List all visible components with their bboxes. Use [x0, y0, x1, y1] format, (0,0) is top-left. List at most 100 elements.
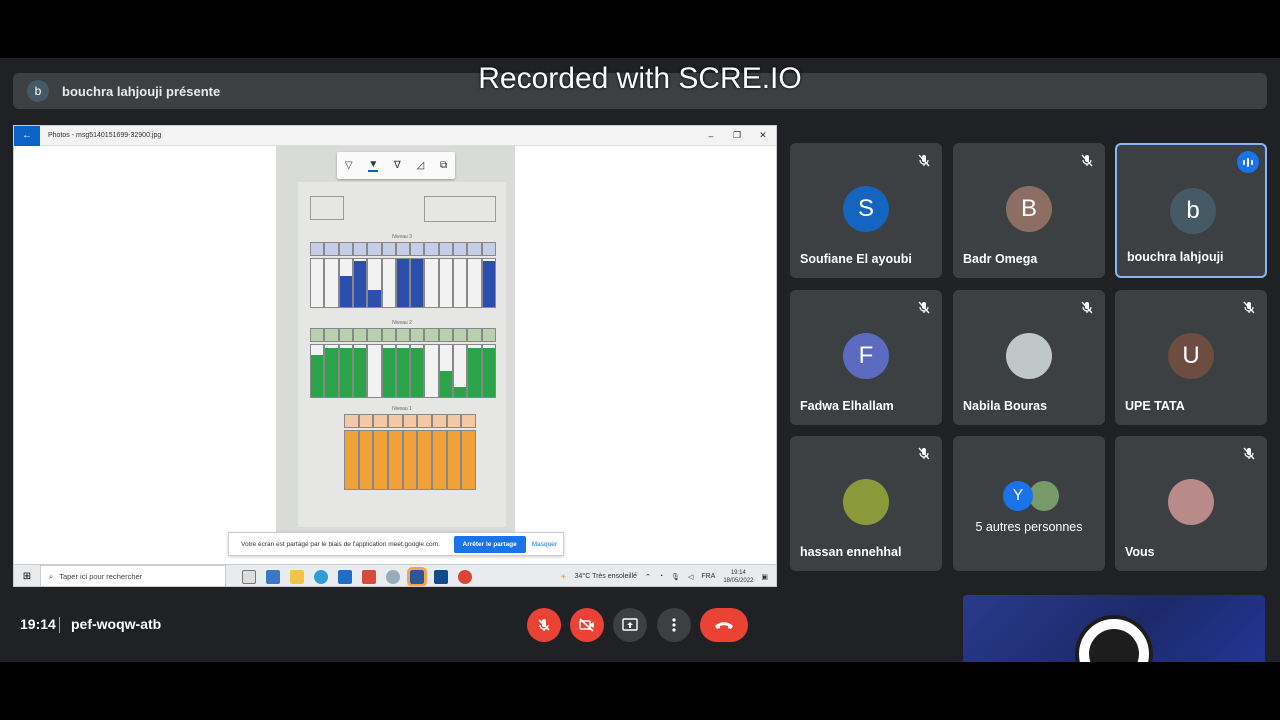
- chart-column-header: [358, 414, 374, 428]
- camera-off-icon: [579, 618, 594, 632]
- participant-tile[interactable]: hassan ennehhal: [790, 436, 942, 571]
- crop-icon[interactable]: ⧉: [440, 160, 447, 171]
- chart-bar: [395, 258, 411, 308]
- weather-text[interactable]: 34°C Très ensoleillé: [575, 573, 637, 580]
- avatar: b: [1170, 188, 1216, 234]
- paint-icon[interactable]: [386, 569, 400, 584]
- chart-column-header: [453, 242, 468, 256]
- camera-off-button[interactable]: [570, 608, 604, 642]
- participant-tile[interactable]: Y 5 autres personnes: [953, 436, 1105, 571]
- participant-tile[interactable]: S Soufiane El ayoubi: [790, 143, 942, 278]
- avatar: B: [1006, 186, 1052, 232]
- chart-bar: [410, 344, 425, 398]
- level-3-chart: [310, 242, 496, 308]
- avatar: [1006, 333, 1052, 379]
- pencil-icon[interactable]: ▼: [368, 159, 379, 172]
- participant-name: Fadwa Elhallam: [800, 399, 894, 413]
- tray-chevron-icon[interactable]: ⌃: [645, 573, 651, 581]
- chart-column-header: [438, 328, 454, 342]
- muted-mic-icon: [1079, 153, 1095, 169]
- chart-column-header: [381, 242, 396, 256]
- chart-column-header: [310, 242, 325, 256]
- task-view-icon[interactable]: [242, 569, 256, 584]
- group-avatars: Y: [1001, 473, 1061, 519]
- chart-bar: [481, 258, 496, 308]
- worksheet-paper: Niveau 3 Niveau 2 Niveau 1: [298, 182, 506, 527]
- chart-column-header: [352, 242, 368, 256]
- chart-column-header: [481, 242, 496, 256]
- volume-icon[interactable]: ◁: [688, 573, 693, 581]
- photos-icon[interactable]: [434, 569, 448, 584]
- microphone-icon[interactable]: 🎙: [671, 573, 680, 581]
- chart-bar: [395, 344, 411, 398]
- header-box: [310, 196, 344, 220]
- leave-call-button[interactable]: [700, 608, 748, 642]
- chart-bar: [453, 258, 468, 308]
- office-icon[interactable]: [362, 569, 376, 584]
- store-icon[interactable]: [266, 569, 280, 584]
- chart-column-header: [344, 414, 359, 428]
- participant-tile[interactable]: U UPE TATA: [1115, 290, 1267, 425]
- participant-name: Soufiane El ayoubi: [800, 252, 912, 266]
- chart-column-header: [467, 328, 482, 342]
- mail-icon[interactable]: [338, 569, 352, 584]
- avatar: S: [843, 186, 889, 232]
- screen-share-banner: Votre écran est partagé par le biais de …: [228, 532, 564, 556]
- ballpoint-pen-icon[interactable]: ▽: [345, 160, 353, 171]
- hide-banner-button[interactable]: Masquer: [532, 541, 557, 548]
- chart-bar: [410, 258, 425, 308]
- level-1-label: Niveau 1: [392, 406, 412, 412]
- participant-tile[interactable]: b bouchra lahjouji: [1115, 143, 1267, 278]
- muted-mic-icon: [916, 300, 932, 316]
- word-icon[interactable]: [407, 566, 427, 586]
- minimize-icon[interactable]: –: [698, 131, 724, 141]
- chart-bar: [344, 430, 359, 490]
- chrome-icon[interactable]: [458, 569, 472, 584]
- chart-bar: [453, 344, 468, 398]
- meeting-code: pef-woqw-atb: [71, 616, 162, 632]
- taskbar-search[interactable]: ⌕ Taper ici pour rechercher: [40, 564, 226, 586]
- eraser-icon[interactable]: ◿: [416, 160, 424, 171]
- muted-mic-icon: [916, 446, 932, 462]
- highlighter-icon[interactable]: ∇: [394, 160, 401, 171]
- share-banner-text: Votre écran est partagé par le biais de …: [241, 540, 440, 548]
- language-indicator[interactable]: FRA: [701, 573, 715, 580]
- chart-column-header: [395, 242, 411, 256]
- windows-start-icon[interactable]: ⊞: [14, 571, 40, 582]
- participant-tile[interactable]: Nabila Bouras: [953, 290, 1105, 425]
- shared-screen: ← Photos - msg5140151699-32900.jpg – ❐ ✕…: [13, 125, 777, 587]
- chart-bar: [310, 258, 325, 308]
- participant-tile[interactable]: F Fadwa Elhallam: [790, 290, 942, 425]
- mic-off-button[interactable]: [527, 608, 561, 642]
- chart-column-header: [352, 328, 368, 342]
- level-3-label: Niveau 3: [392, 234, 412, 240]
- participant-name: Badr Omega: [963, 252, 1038, 266]
- edge-icon[interactable]: [314, 569, 328, 584]
- chart-column-header: [324, 242, 339, 256]
- muted-mic-icon: [1241, 446, 1257, 462]
- chart-bar: [438, 344, 454, 398]
- recording-watermark: Recorded with SCRE.IO: [478, 62, 802, 95]
- back-arrow-icon[interactable]: ←: [14, 126, 40, 146]
- chart-column-header: [373, 414, 388, 428]
- photos-titlebar: ← Photos - msg5140151699-32900.jpg – ❐ ✕: [14, 126, 776, 146]
- avatar: [843, 479, 889, 525]
- close-icon[interactable]: ✕: [750, 130, 776, 141]
- notification-icon[interactable]: ▣: [761, 573, 768, 581]
- present-screen-button[interactable]: [613, 608, 647, 642]
- chart-bar: [432, 430, 447, 490]
- more-options-button[interactable]: [657, 608, 691, 642]
- chart-bar: [352, 344, 368, 398]
- participant-name: UPE TATA: [1125, 399, 1185, 413]
- chart-bar: [424, 258, 439, 308]
- stop-sharing-button[interactable]: Arrêter le partage: [453, 535, 526, 553]
- taskbar-clock[interactable]: 19:14 18/05/2022: [723, 569, 753, 585]
- participant-tile[interactable]: B Badr Omega: [953, 143, 1105, 278]
- network-icon[interactable]: ◔: [659, 573, 663, 580]
- restore-icon[interactable]: ❐: [724, 130, 750, 141]
- participant-tile[interactable]: Vous: [1115, 436, 1267, 571]
- file-explorer-icon[interactable]: [290, 569, 304, 584]
- chart-column-header: [424, 328, 439, 342]
- chart-column-header: [461, 414, 476, 428]
- chart-column-header: [410, 328, 425, 342]
